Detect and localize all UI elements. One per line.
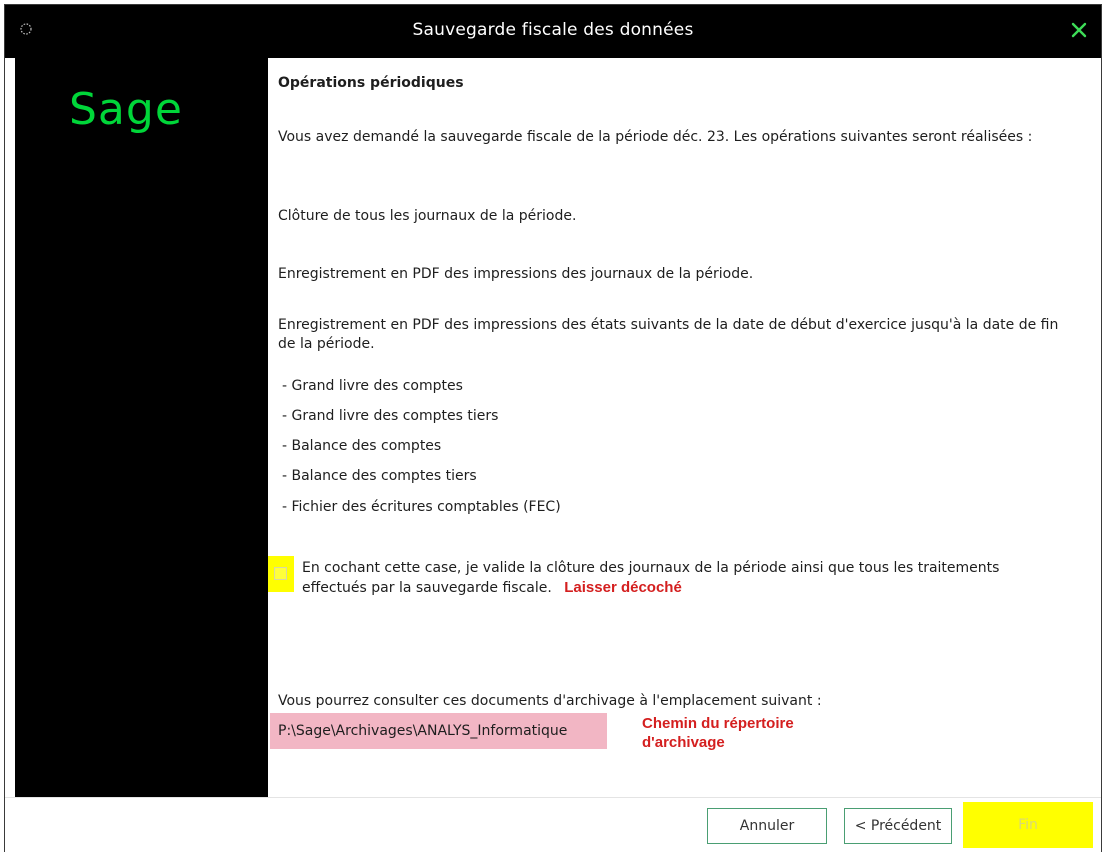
cancel-button[interactable]: Annuler <box>707 808 827 844</box>
path-annotation: Chemin du répertoire d'archivage <box>642 714 794 752</box>
path-annotation-line2: d'archivage <box>642 734 725 751</box>
sidebar-panel: Sage <box>15 58 268 799</box>
main-content: Opérations périodiques Vous avez demandé… <box>268 58 1089 798</box>
location-text: Vous pourrez consulter ces documents d'a… <box>278 693 822 709</box>
intro-text: Vous avez demandé la sauvegarde fiscale … <box>278 129 1033 145</box>
list-item: - Fichier des écritures comptables (FEC) <box>282 499 561 515</box>
checkbox-label-block: En cochant cette case, je valide la clôt… <box>302 558 1063 598</box>
path-annotation-line1: Chemin du répertoire <box>642 715 794 732</box>
checkbox-box <box>274 567 287 580</box>
window-title: Sauvegarde fiscale des données <box>412 20 694 40</box>
operation-pdf-journals: Enregistrement en PDF des impressions de… <box>278 266 754 282</box>
list-item: - Grand livre des comptes tiers <box>282 408 499 424</box>
checkbox-annotation: Laisser décoché <box>564 579 682 596</box>
section-heading: Opérations périodiques <box>278 75 464 91</box>
archive-path-text: P:\Sage\Archivages\ANALYS_Informatique <box>278 722 568 739</box>
validate-closure-checkbox[interactable] <box>268 556 294 592</box>
close-button[interactable] <box>1065 16 1093 44</box>
operation-pdf-states: Enregistrement en PDF des impressions de… <box>278 317 1059 352</box>
title-bar: Sauvegarde fiscale des données <box>5 5 1101 58</box>
list-item: - Balance des comptes <box>282 438 442 454</box>
operation-closing: Clôture de tous les journaux de la pério… <box>278 208 577 224</box>
previous-button[interactable]: < Précédent <box>844 808 952 844</box>
finish-button[interactable]: Fin <box>963 802 1093 848</box>
archive-path: P:\Sage\Archivages\ANALYS_Informatique <box>270 713 607 749</box>
list-item: - Grand livre des comptes <box>282 378 463 394</box>
dialog-window: Sauvegarde fiscale des données Sage Opér… <box>4 4 1102 854</box>
sage-logo: Sage <box>69 84 183 135</box>
close-icon <box>1071 22 1087 38</box>
list-item: - Balance des comptes tiers <box>282 468 477 484</box>
